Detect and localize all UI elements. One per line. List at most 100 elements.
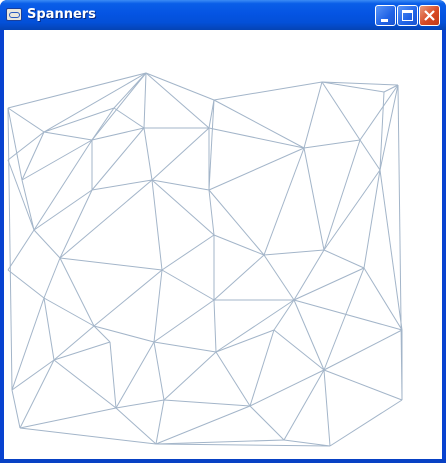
graph-edge — [7, 72, 147, 109]
graph-edge — [115, 399, 165, 409]
graph-edge — [53, 359, 117, 409]
graph-edge — [21, 179, 35, 231]
graph-edge — [323, 329, 403, 371]
graph-edge — [143, 72, 147, 129]
graph-edge — [115, 407, 157, 445]
graph-edge — [19, 407, 117, 429]
graph-edge — [213, 254, 265, 301]
graph-edge — [153, 341, 217, 353]
graph-edge — [303, 139, 361, 149]
graph-edge — [321, 81, 361, 141]
graph-edge — [33, 229, 61, 259]
graph-edge — [11, 297, 45, 391]
graph-edge — [359, 139, 381, 171]
graph-edge — [43, 257, 61, 299]
graph-edge — [7, 159, 35, 231]
graph-edge — [11, 389, 21, 429]
graph-edge — [91, 127, 145, 191]
graph-edge — [155, 405, 251, 445]
window-title: Spanners — [27, 7, 96, 22]
graph-edge — [249, 405, 285, 441]
graph-edge — [161, 234, 215, 271]
graph-edge — [379, 169, 403, 331]
graph-edge — [329, 399, 403, 447]
graph-edge — [19, 427, 157, 445]
graph-edge — [43, 131, 93, 141]
graph-edge — [7, 107, 45, 133]
app-window-icon[interactable] — [6, 8, 22, 21]
graph-edge — [19, 359, 55, 429]
graph-edge — [263, 249, 325, 256]
canvas-area[interactable] — [4, 30, 442, 459]
graph-edge — [323, 169, 381, 251]
graph-edge — [113, 72, 147, 109]
graph-edge — [303, 147, 325, 251]
graph-edge — [145, 72, 215, 101]
graph-edge — [109, 341, 117, 409]
graph-edge — [293, 249, 325, 301]
graph-edge — [208, 189, 215, 236]
graph-edge — [215, 299, 295, 353]
graph-edge — [21, 131, 45, 181]
graph-edge — [151, 127, 210, 181]
graph-edge — [293, 299, 325, 371]
graph-edge — [43, 297, 55, 361]
graph-edge — [213, 299, 217, 353]
title-bar[interactable]: Spanners — [0, 0, 446, 30]
graph-edge — [213, 99, 305, 149]
graph-edge — [115, 341, 155, 409]
graph-edge — [263, 254, 295, 301]
graph-edge — [59, 189, 93, 259]
graph-edge — [161, 269, 215, 301]
graph-edge — [215, 351, 251, 407]
graph-edge — [93, 269, 163, 327]
graph-edge — [163, 351, 217, 401]
graph-edge — [215, 329, 275, 353]
graph-edges — [7, 72, 403, 447]
graph-edge — [213, 234, 265, 256]
graph-edge — [363, 169, 381, 269]
graph-edge — [213, 81, 323, 101]
close-icon — [424, 10, 435, 21]
graph-edge — [323, 369, 331, 447]
graph-edge — [151, 179, 210, 191]
graph-edge — [143, 127, 153, 181]
graph-edge — [323, 249, 365, 269]
graph-edge — [43, 72, 147, 133]
graph-edge — [53, 325, 95, 361]
graph-edge — [7, 107, 13, 391]
graph-edge — [91, 179, 153, 191]
graph-edge — [323, 369, 403, 401]
window-bottom-border — [0, 459, 446, 463]
graph-edge — [91, 72, 147, 141]
graph-edge — [283, 369, 325, 441]
graph-edge — [155, 399, 165, 445]
close-button[interactable] — [419, 5, 440, 26]
maximize-button[interactable] — [397, 5, 418, 26]
graph-edge — [155, 439, 285, 445]
graph-edge — [113, 107, 145, 129]
graph-edge — [33, 189, 93, 231]
graph-edge — [263, 147, 305, 256]
graph-edge — [208, 147, 305, 191]
graph-edge — [151, 179, 163, 271]
graph-edge — [155, 443, 331, 447]
graph-edge — [273, 329, 325, 371]
graph-edge — [397, 84, 403, 401]
graph-edge — [153, 269, 163, 343]
graph-edge — [7, 107, 23, 181]
minimize-button[interactable] — [375, 5, 396, 26]
graph-edge — [249, 369, 325, 407]
graph-edge — [208, 127, 305, 149]
graph-edge — [153, 341, 165, 401]
graph-edge — [273, 299, 295, 331]
graph-edge — [249, 329, 275, 407]
graph-edge — [53, 341, 111, 361]
graph-edge — [303, 81, 323, 149]
graph-edge — [153, 299, 215, 343]
graph-edge — [323, 139, 361, 251]
graph-edge — [59, 179, 153, 259]
minimize-icon — [381, 19, 388, 22]
graph-edge — [33, 139, 93, 231]
app-window: Spanners — [0, 0, 446, 463]
